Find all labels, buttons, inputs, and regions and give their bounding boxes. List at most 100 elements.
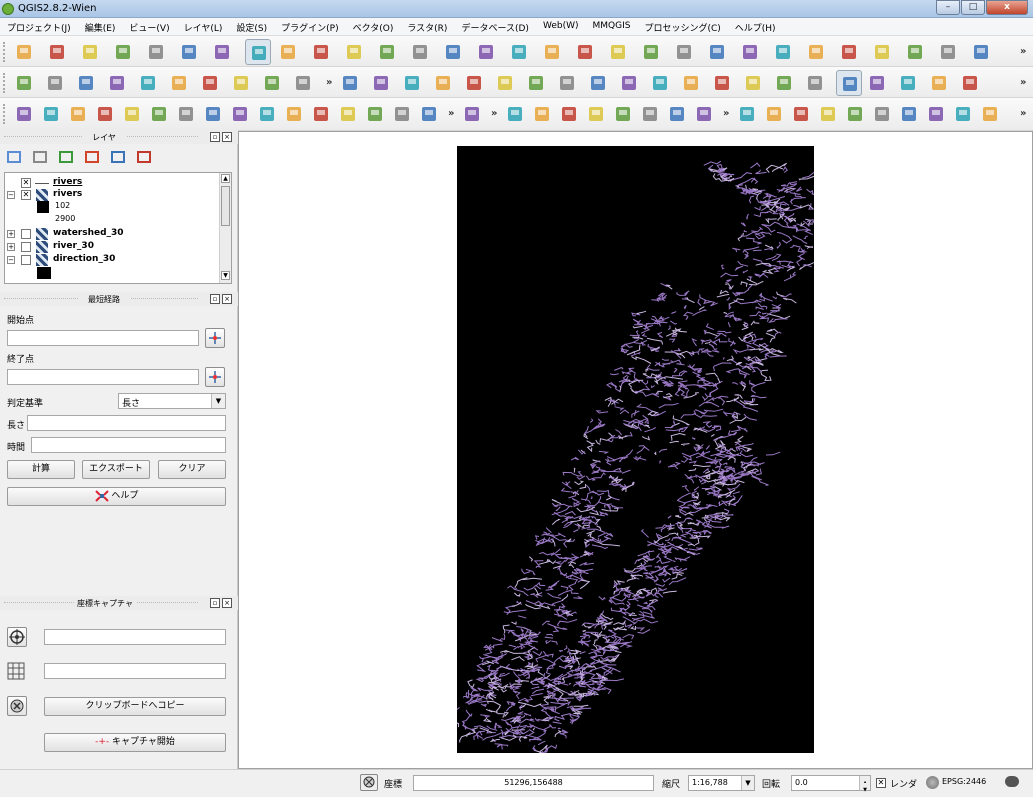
new-shapefile-icon[interactable] xyxy=(791,104,811,124)
openlayers-icon[interactable] xyxy=(960,73,980,93)
move-feature-icon[interactable] xyxy=(138,73,158,93)
layer-visibility-checkbox[interactable]: ✕ xyxy=(21,190,31,200)
remove-layer-icon[interactable] xyxy=(136,149,152,165)
save-project-icon[interactable] xyxy=(80,42,100,62)
delete-selected-icon[interactable] xyxy=(200,73,220,93)
calculate-button[interactable]: 計算 xyxy=(7,460,75,479)
length-output[interactable] xyxy=(27,415,226,431)
add-raster-layer-icon[interactable] xyxy=(532,104,552,124)
node-tool-icon[interactable] xyxy=(169,73,189,93)
whats-this-icon[interactable] xyxy=(805,73,825,93)
split-features-icon[interactable] xyxy=(311,104,331,124)
pin-labels-icon[interactable] xyxy=(371,73,391,93)
menu-item-10[interactable]: MMQGIS xyxy=(586,18,638,35)
menu-item-3[interactable]: レイヤ(L) xyxy=(177,18,230,35)
toolbar-more-chevron[interactable]: » xyxy=(448,108,454,119)
add-vector-layer-icon[interactable] xyxy=(505,104,525,124)
filter-legend-icon[interactable] xyxy=(58,149,74,165)
layer-visibility-checkbox[interactable] xyxy=(21,242,31,252)
pick-end-point-button[interactable] xyxy=(205,367,225,387)
binoculars-icon[interactable] xyxy=(681,73,701,93)
merge-features-icon[interactable] xyxy=(365,104,385,124)
menu-item-12[interactable]: ヘルプ(H) xyxy=(728,18,783,35)
float-panel-button[interactable]: ▫ xyxy=(210,598,220,608)
delete-part-icon[interactable] xyxy=(230,104,250,124)
raster-info-icon[interactable] xyxy=(953,104,973,124)
menu-item-6[interactable]: ベクタ(O) xyxy=(346,18,401,35)
menu-item-2[interactable]: ビュー(V) xyxy=(122,18,176,35)
terrain-icon[interactable] xyxy=(712,73,732,93)
toolbar-grip[interactable] xyxy=(3,42,7,62)
ruler-icon[interactable] xyxy=(14,104,34,124)
zoom-in-icon[interactable] xyxy=(311,42,331,62)
globe-crs-icon[interactable] xyxy=(926,776,939,789)
coordinate-field[interactable]: 51296,156488 xyxy=(413,775,654,791)
crs-status[interactable]: EPSG:2446 xyxy=(942,777,986,786)
expand-toggle-icon[interactable]: + xyxy=(7,230,15,238)
deselect-icon[interactable] xyxy=(707,42,727,62)
add-wms-icon[interactable] xyxy=(667,104,687,124)
run-feature-action-icon[interactable] xyxy=(641,42,661,62)
messages-icon[interactable] xyxy=(1005,776,1019,787)
zoom-to-selection-icon[interactable] xyxy=(443,42,463,62)
toolbar-grip[interactable] xyxy=(3,104,7,124)
spin-up-icon[interactable]: ▲ xyxy=(859,776,870,783)
python-console-icon[interactable] xyxy=(619,73,639,93)
zoom-out-icon[interactable] xyxy=(344,42,364,62)
touch-zoom-icon[interactable] xyxy=(212,42,232,62)
coord-field-1[interactable] xyxy=(44,629,226,645)
expand-toggle-icon[interactable]: + xyxy=(7,243,15,251)
rotate-label-icon[interactable] xyxy=(464,73,484,93)
rotate-point-icon[interactable] xyxy=(419,104,439,124)
manage-visibility-icon[interactable] xyxy=(32,149,48,165)
toolbar-grip[interactable] xyxy=(3,73,7,93)
csv-icon[interactable] xyxy=(526,73,546,93)
zoom-next-icon[interactable] xyxy=(542,42,562,62)
offset-curve-icon[interactable] xyxy=(284,104,304,124)
add-postgis-icon[interactable] xyxy=(559,104,579,124)
rotation-spinbox[interactable]: 0.0 ▲ ▼ xyxy=(791,775,871,791)
criterion-select[interactable]: 長さ ▼ xyxy=(118,393,226,409)
new-spatialite-icon[interactable] xyxy=(818,104,838,124)
label-toolbar-icon[interactable] xyxy=(340,73,360,93)
scroll-down-icon[interactable]: ▼ xyxy=(221,271,230,280)
open-project-icon[interactable] xyxy=(47,42,67,62)
toggle-editing-icon[interactable] xyxy=(45,73,65,93)
add-group-icon[interactable] xyxy=(6,149,22,165)
layer-visibility-checkbox[interactable] xyxy=(21,229,31,239)
layer-tree[interactable]: ✕rivers−✕rivers+watershed_30+river_30−di… xyxy=(4,172,232,284)
add-oracle-icon[interactable] xyxy=(640,104,660,124)
menu-item-1[interactable]: 編集(E) xyxy=(78,18,123,35)
vector-network-icon[interactable] xyxy=(650,73,670,93)
pick-start-point-button[interactable] xyxy=(205,328,225,348)
coordinate-capture-icon[interactable] xyxy=(836,70,862,96)
spin-down-icon[interactable]: ▼ xyxy=(859,783,870,790)
menu-item-8[interactable]: データベース(D) xyxy=(454,18,536,35)
collapse-all-icon[interactable] xyxy=(110,149,126,165)
new-project-icon[interactable] xyxy=(14,42,34,62)
close-panel-button[interactable]: × xyxy=(222,598,232,608)
float-panel-button[interactable]: ▫ xyxy=(210,294,220,304)
menu-item-11[interactable]: プロセッシング(C) xyxy=(637,18,727,35)
time-output[interactable] xyxy=(31,437,226,453)
layer-tree-scrollbar[interactable]: ▲ ▼ xyxy=(219,173,231,283)
expression-select-icon[interactable] xyxy=(740,42,760,62)
toolbar-more-chevron[interactable]: » xyxy=(491,108,497,119)
refresh-icon[interactable] xyxy=(575,42,595,62)
toolbar-more-chevron[interactable]: » xyxy=(1020,108,1026,119)
crs-selector-button[interactable] xyxy=(7,627,27,647)
move-label-icon[interactable] xyxy=(433,73,453,93)
add-wcs-icon[interactable] xyxy=(694,104,714,124)
split-parts-icon[interactable] xyxy=(338,104,358,124)
grass-icon[interactable] xyxy=(929,73,949,93)
coord-field-2[interactable] xyxy=(44,663,226,679)
text-annotation-icon[interactable] xyxy=(971,42,991,62)
select-features-icon[interactable] xyxy=(674,42,694,62)
save-as-icon[interactable] xyxy=(113,42,133,62)
save-edits-icon[interactable] xyxy=(76,73,96,93)
redo-icon[interactable] xyxy=(68,104,88,124)
zoom-actual-size-icon[interactable] xyxy=(377,42,397,62)
add-part-icon[interactable] xyxy=(149,104,169,124)
menu-item-7[interactable]: ラスタ(R) xyxy=(400,18,454,35)
clear-button[interactable]: クリア xyxy=(158,460,226,479)
